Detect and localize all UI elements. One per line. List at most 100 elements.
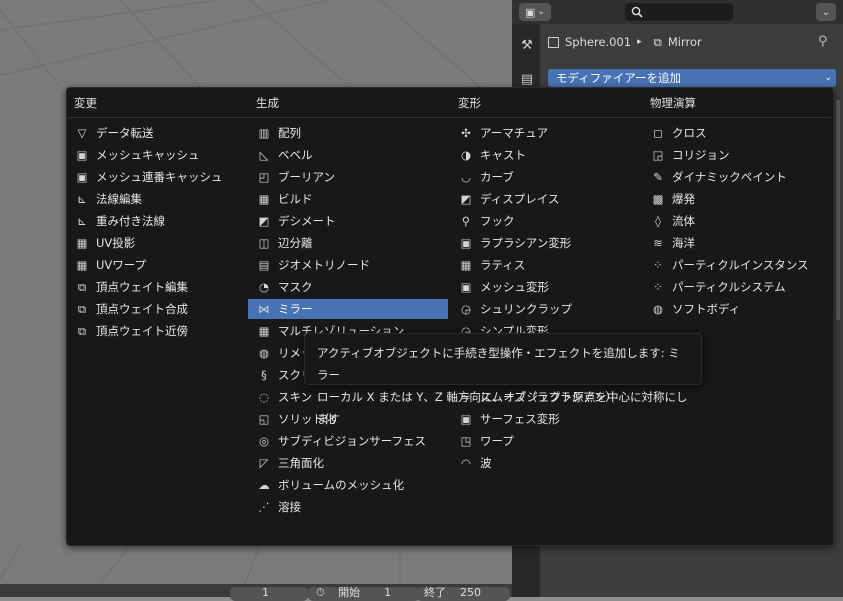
menu-item-weighted-normal[interactable]: ⊾ 重み付き法線 [74,211,249,231]
menu-item-label: 海洋 [672,236,695,250]
search-icon [631,6,643,18]
menu-item-soft-body[interactable]: ◍ ソフトボディ [650,299,820,319]
breadcrumb-object: Sphere.001 [565,35,632,49]
menu-item-cast[interactable]: ◑ キャスト [458,145,638,165]
menu-item-armature[interactable]: ✣ アーマチュア [458,123,638,143]
menu-item-displace[interactable]: ◩ ディスプレイス [458,189,638,209]
menu-item-dynamic-paint[interactable]: ✎ ダイナミックペイント [650,167,820,187]
menu-item-build[interactable]: ▦ ビルド [248,189,448,209]
menu-item-particle-system[interactable]: ⁘ パーティクルシステム [650,277,820,297]
menu-item-triangulate[interactable]: ◸ 三角面化 [248,453,448,473]
pin-icon[interactable]: ⚲ [818,34,828,49]
menu-item-label: ダイナミックペイント [672,170,787,184]
menu-item-particle-instance[interactable]: ⁘ パーティクルインスタンス [650,255,820,275]
menu-item-label: ラプラシアン変形 [480,236,572,250]
explode-icon: ▩ [652,192,664,206]
menu-item-volume-to-mesh[interactable]: ☁ ボリュームのメッシュ化 [248,475,448,495]
menu-item-label: クロス [672,126,707,140]
menu-item-mesh-deform[interactable]: ▣ メッシュ変形 [458,277,638,297]
menu-item-fluid[interactable]: ◊ 流体 [650,211,820,231]
array-icon: ▥ [258,126,270,140]
menu-item-vertex-weight-edit[interactable]: ⧉ 頂点ウェイト編集 [74,277,249,297]
dynamic-paint-icon: ✎ [653,170,663,184]
triangulate-icon: ◸ [259,456,269,470]
menu-item-weld[interactable]: ⋰ 溶接 [248,497,448,517]
menu-item-array[interactable]: ▥ 配列 [248,123,448,143]
menu-item-bevel[interactable]: ◺ ベベル [248,145,448,165]
menu-item-vertex-weight-mix[interactable]: ⧉ 頂点ウェイト合成 [74,299,249,319]
menu-item-wave[interactable]: ◠ 波 [458,453,638,473]
menu-item-uv-project[interactable]: ▦ UV投影 [74,233,249,253]
editor-type-button[interactable]: ▣ ⌄ [519,3,551,21]
column-title-edit: 変更 [74,96,97,110]
tooltip: アクティブオブジェクトに手続き型操作・エフェクトを追加します: ミラー ローカル… [304,333,702,426]
multires-icon: ▦ [258,324,270,338]
menu-item-shrinkwrap[interactable]: ◶ シュリンクラップ [458,299,638,319]
menu-item-vertex-weight-proximity[interactable]: ⧉ 頂点ウェイト近傍 [74,321,249,341]
menu-separator [67,117,831,118]
menu-item-normal-edit[interactable]: ⊾ 法線編集 [74,189,249,209]
menu-item-uv-warp[interactable]: ▦ UVワープ [74,255,249,275]
frame-start-field[interactable]: ⏱ 開始 1 [308,587,420,601]
ocean-icon: ≋ [653,236,663,250]
menu-item-label: フック [480,214,515,228]
menu-item-lattice[interactable]: ▦ ラティス [458,255,638,275]
menu-item-label: メッシュキャッシュ [96,148,200,162]
menu-item-label: 法線編集 [96,192,142,206]
menu-item-explode[interactable]: ▩ 爆発 [650,189,820,209]
menu-item-label: スキン [278,390,313,404]
menu-item-mesh-cache[interactable]: ▣ メッシュキャッシュ [74,145,249,165]
menu-item-warp[interactable]: ◳ ワープ [458,431,638,451]
menu-item-label: シュリンクラップ [480,302,572,316]
cloth-icon: ◻ [653,126,663,140]
menu-item-label: 配列 [278,126,301,140]
menu-item-mirror[interactable]: ⋈ ミラー [248,299,448,319]
particle-instance-icon: ⁘ [653,258,663,272]
menu-item-decimate[interactable]: ◩ デシメート [248,211,448,231]
header-collapse-button[interactable]: ⌄ [816,3,836,21]
add-modifier-button[interactable]: モディファイアーを追加 ⌄ [548,69,836,87]
menu-item-label: パーティクルインスタンス [672,258,809,272]
menu-item-label: ワープ [480,434,514,448]
properties-search-field[interactable] [625,3,733,21]
menu-item-laplacian-deform[interactable]: ▣ ラプラシアン変形 [458,233,638,253]
uv-warp-icon: ▦ [76,258,88,272]
menu-item-label: メッシュ連番キャッシュ [96,170,223,184]
menu-item-label: アーマチュア [480,126,549,140]
menu-item-hook[interactable]: ⚲ フック [458,211,638,231]
menu-item-label: ラティス [480,258,526,272]
curve-icon: ◡ [460,170,472,184]
menu-item-geometry-nodes[interactable]: ▤ ジオメトリノード [248,255,448,275]
mesh-deform-icon: ▣ [460,280,472,294]
current-frame-field[interactable]: 1 [230,587,308,601]
menu-item-subdivision[interactable]: ◎ サブディビジョンサーフェス [248,431,448,451]
menu-item-label: UV投影 [96,236,136,250]
frame-end-field[interactable]: 終了 250 [416,587,510,601]
data-transfer-icon: ▽ [77,126,87,140]
properties-editor-icon: ▣ [525,5,536,19]
menu-item-cloth[interactable]: ◻ クロス [650,123,820,143]
menu-item-label: ブーリアン [278,170,336,184]
uv-project-icon: ▦ [76,236,88,250]
menu-item-ocean[interactable]: ≋ 海洋 [650,233,820,253]
menu-item-mask[interactable]: ◔ マスク [248,277,448,297]
menu-item-data-transfer[interactable]: ▽ データ転送 [74,123,249,143]
menu-item-curve[interactable]: ◡ カーブ [458,167,638,187]
menu-item-boolean[interactable]: ◰ ブーリアン [248,167,448,187]
solidify-icon: ◱ [258,412,270,426]
displace-icon: ◩ [460,192,472,206]
menu-item-edge-split[interactable]: ◫ 辺分離 [248,233,448,253]
menu-item-label: デシメート [278,214,336,228]
vertex-weight-proximity-icon: ⧉ [77,323,87,338]
menu-item-collision[interactable]: ◲ コリジョン [650,145,820,165]
menu-item-label: 三角面化 [278,456,324,470]
menu-item-label: ディスプレイス [480,192,560,206]
menu-item-label: 溶接 [278,500,301,514]
properties-scrollbar[interactable] [836,100,840,320]
boolean-icon: ◰ [258,170,270,184]
decimate-icon: ◩ [258,214,270,228]
menu-item-label: ベベル [278,148,313,162]
menu-item-mesh-sequence-cache[interactable]: ▣ メッシュ連番キャッシュ [74,167,249,187]
tool-tab-icon[interactable]: ⚒ [518,38,536,56]
column-title-generate: 生成 [256,96,279,110]
